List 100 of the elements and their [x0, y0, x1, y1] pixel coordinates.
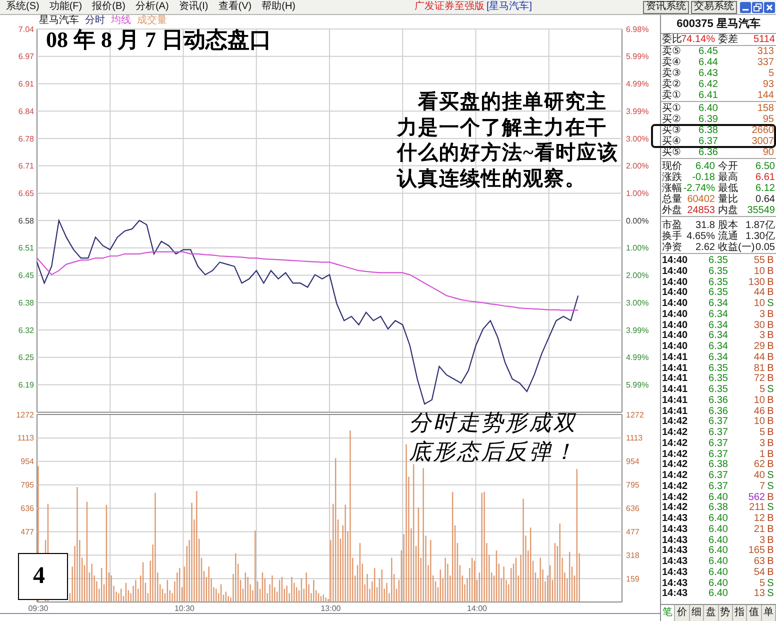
order-volume: 144 [757, 90, 774, 101]
close-icon[interactable] [764, 2, 775, 12]
tick-side: B [767, 255, 774, 266]
axis-label: 6.45 [18, 271, 34, 280]
panel-tab[interactable]: 指 [732, 605, 748, 621]
tick-side: S [767, 470, 774, 481]
panel-tab[interactable]: 值 [747, 605, 762, 621]
tick-price: 6.40 [708, 524, 728, 535]
tick-price: 6.37 [708, 470, 728, 481]
figure-number: 4 [18, 553, 68, 600]
tick-side: B [767, 492, 774, 502]
tick-volume: 7 [759, 480, 765, 492]
tick-volume: 5 [759, 384, 765, 395]
percent-label: 5.99% [626, 52, 649, 62]
order-volume: 95 [762, 114, 774, 125]
percent-label: 2.00% [626, 271, 649, 280]
annotation-text: 看买盘的挂单研究主力是一个了解主力在干什么的好方法~看时应该认真连续性的观察。 [397, 90, 620, 192]
tick-side: B [767, 438, 774, 449]
axis-label: 1113 [626, 434, 643, 443]
axis-label: 6.65 [18, 189, 34, 198]
tick-time: 14:40 [662, 298, 688, 309]
tick-side: S [767, 298, 774, 309]
panel-tab[interactable]: 势 [718, 605, 733, 621]
tick-volume: 165 [748, 545, 765, 556]
quote-value: 24853 [687, 205, 715, 216]
axis-label: 7.04 [18, 24, 34, 34]
tick-side: B [767, 406, 774, 416]
panel-tab[interactable]: 笔 [661, 605, 676, 621]
tick-price: 6.40 [708, 566, 728, 578]
tick-volume: 10 [754, 266, 765, 277]
quote-label: 外盘 [662, 205, 682, 216]
axis-label: 1113 [17, 434, 34, 443]
order-volume: 90 [762, 147, 774, 158]
panel-tab[interactable]: 价 [675, 605, 690, 621]
order-volume: 3007 [752, 136, 774, 147]
tick-volume: 10 [754, 298, 765, 309]
axis-label: 6.78 [18, 134, 34, 144]
axis-label: 6.51 [18, 244, 34, 253]
tick-side: B [767, 545, 774, 556]
quote-label: 换手 [662, 231, 682, 242]
minimize-icon[interactable] [740, 2, 751, 12]
tick-side: B [767, 566, 774, 578]
order-volume: 93 [762, 79, 774, 90]
tick-time: 14:43 [662, 556, 688, 567]
quote-label: 净资 [662, 242, 682, 253]
quote-label: 总量 [662, 194, 682, 205]
order-label: 买② [662, 114, 681, 125]
panel-tab[interactable]: 盘 [704, 605, 718, 621]
order-label: 卖④ [662, 57, 681, 68]
menu-item[interactable]: 分析(A) [133, 0, 171, 14]
order-volume: 5 [768, 68, 774, 79]
percent-label: 3.99% [626, 326, 649, 335]
tick-price: 6.34 [708, 330, 728, 342]
tick-volume: 211 [749, 502, 765, 514]
tick-time: 14:41 [662, 394, 688, 406]
quote-value: 31.8 [696, 220, 715, 231]
menu-item[interactable]: 系统(S) [4, 0, 42, 14]
tick-side: B [767, 534, 774, 546]
tick-time: 14:41 [662, 352, 688, 363]
quote-label: 内盘 [718, 205, 738, 216]
restore-icon[interactable] [752, 2, 763, 12]
system-button[interactable]: 资讯系统 [643, 0, 689, 14]
tick-volume: 63 [754, 556, 765, 567]
percent-label: 5.99% [626, 380, 649, 390]
legend-label: 分时 [85, 15, 105, 27]
axis-label: 159 [626, 574, 640, 584]
tick-side: B [767, 373, 774, 384]
quote-value: 1.87亿 [746, 220, 775, 231]
stock-name: 星马汽车 [39, 15, 79, 27]
panel-tab[interactable]: 细 [690, 605, 704, 621]
tick-price: 6.40 [708, 545, 728, 556]
tick-time: 14:40 [662, 287, 688, 298]
tick-side: B [767, 556, 774, 567]
menu-item[interactable]: 报价(B) [90, 0, 128, 14]
menu-item[interactable]: 查看(V) [216, 0, 254, 14]
tick-volume: 72 [754, 373, 765, 384]
axis-label: 318 [626, 550, 640, 560]
tick-price: 6.38 [708, 459, 728, 470]
annotation-text: 分时走势形成双底形态后反弹！ [409, 409, 578, 466]
quote-label: 最低 [718, 183, 738, 194]
axis-label: 954 [20, 457, 34, 466]
time-label: 10:30 [174, 604, 194, 613]
quote-value: -0.18 [692, 172, 715, 183]
time-label: 09:30 [28, 604, 48, 613]
menu-item[interactable]: 功能(F) [47, 0, 84, 14]
order-label: 卖⑤ [662, 46, 681, 57]
panel-tab[interactable]: 单 [762, 605, 776, 621]
axis-label: 6.84 [18, 106, 34, 116]
tick-time: 14:43 [662, 513, 688, 524]
tick-volume: 44 [754, 352, 765, 363]
order-label: 买① [662, 103, 681, 114]
order-price: 6.44 [698, 57, 718, 68]
percent-label: 3.00% [626, 134, 649, 144]
tick-price: 6.34 [708, 308, 728, 320]
menu-item[interactable]: 资讯(I) [176, 0, 210, 14]
quote-value: 6.50 [756, 161, 775, 172]
tick-volume: 3 [759, 438, 765, 449]
menu-item[interactable]: 帮助(H) [260, 0, 298, 14]
quote-label: 今开 [718, 161, 738, 172]
system-button[interactable]: 交易系统 [691, 0, 737, 14]
